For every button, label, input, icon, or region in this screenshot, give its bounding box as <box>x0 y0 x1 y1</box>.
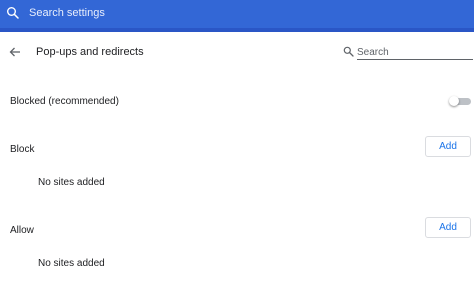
settings-toolbar: Search settings <box>0 0 474 28</box>
block-section-heading: Block <box>10 144 35 155</box>
settings-page <box>0 32 474 281</box>
search-icon[interactable] <box>6 6 20 20</box>
page-title: Pop-ups and redirects <box>36 46 144 58</box>
toggle-knob <box>449 96 459 106</box>
blocked-toggle[interactable] <box>449 96 471 106</box>
arrow-back-icon[interactable] <box>8 45 22 59</box>
allow-empty-message: No sites added <box>38 258 105 269</box>
settings-search-field[interactable]: Search settings <box>29 6 105 20</box>
page-search <box>343 45 473 62</box>
search-icon <box>343 46 354 57</box>
page-search-input[interactable] <box>357 45 473 60</box>
allow-add-button[interactable]: Add <box>425 217 471 238</box>
block-empty-message: No sites added <box>38 177 105 188</box>
allow-section-heading: Allow <box>10 225 34 236</box>
block-add-button[interactable]: Add <box>425 136 471 157</box>
blocked-setting-label: Blocked (recommended) <box>10 96 119 107</box>
